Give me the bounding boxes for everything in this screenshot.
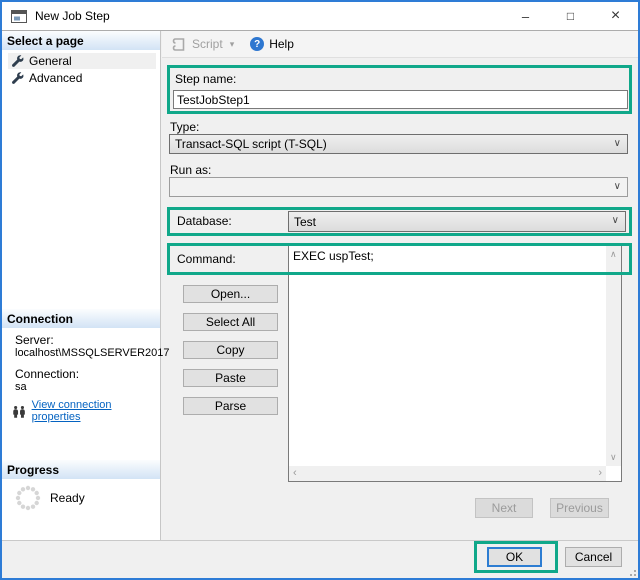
server-value: localhost\MSSQLSERVER2017	[15, 347, 170, 359]
script-icon	[171, 37, 187, 52]
sidebar-item-label: General	[29, 54, 72, 68]
scroll-left-icon[interactable]: ‹	[293, 469, 297, 478]
window-title: New Job Step	[35, 9, 110, 23]
title-bar: New Job Step – □ ×	[2, 2, 638, 30]
close-button[interactable]: ×	[593, 2, 638, 30]
connection-header: Connection	[2, 309, 160, 328]
sidebar: Select a page General Advanced Connectio…	[2, 31, 161, 540]
database-label: Database:	[177, 214, 232, 228]
run-as-label: Run as:	[170, 163, 211, 177]
scroll-down-icon[interactable]: ∨	[610, 453, 617, 462]
horizontal-scrollbar[interactable]: ‹ ›	[289, 466, 606, 481]
select-a-page-header: Select a page	[2, 31, 160, 50]
dialog-window-icon	[11, 10, 27, 23]
connection-properties-icon	[12, 405, 27, 418]
type-dropdown[interactable]: Transact-SQL script (T-SQL) ∨	[169, 134, 628, 154]
select-all-button[interactable]: Select All	[183, 313, 278, 331]
help-icon: ?	[250, 37, 264, 51]
script-dropdown-icon[interactable]: ▾	[230, 39, 235, 50]
connection-value: sa	[15, 381, 27, 393]
type-dropdown-value: Transact-SQL script (T-SQL)	[175, 137, 327, 151]
database-dropdown-value: Test	[294, 215, 316, 229]
next-button[interactable]: Next	[475, 498, 533, 518]
run-as-dropdown[interactable]: ∨	[169, 177, 628, 197]
cancel-button[interactable]: Cancel	[565, 547, 622, 567]
footer	[2, 541, 638, 578]
resize-grip[interactable]	[628, 568, 636, 576]
dialog-toolbar: Script ▾ ? Help	[162, 31, 638, 58]
wrench-icon	[12, 55, 24, 67]
progress-status: Ready	[50, 491, 85, 505]
parse-button[interactable]: Parse	[183, 397, 278, 415]
maximize-button[interactable]: □	[548, 2, 593, 30]
sidebar-item-advanced[interactable]: Advanced	[8, 70, 156, 86]
type-label: Type:	[170, 120, 199, 134]
wrench-icon	[12, 72, 24, 84]
progress-header: Progress	[2, 460, 160, 479]
paste-button[interactable]: Paste	[183, 369, 278, 387]
connection-label: Connection:	[15, 367, 79, 381]
step-name-label: Step name:	[175, 72, 236, 86]
chevron-down-icon: ∨	[614, 181, 621, 192]
command-text: EXEC uspTest;	[293, 249, 603, 263]
open-button[interactable]: Open...	[183, 285, 278, 303]
scroll-right-icon[interactable]: ›	[598, 469, 602, 478]
sidebar-item-general[interactable]: General	[8, 53, 156, 69]
view-connection-properties-link[interactable]: View connection properties	[32, 399, 160, 423]
database-dropdown[interactable]: Test ∨	[288, 211, 626, 232]
chevron-down-icon: ∨	[614, 138, 621, 149]
scroll-up-icon[interactable]: ∧	[610, 250, 617, 259]
copy-button[interactable]: Copy	[183, 341, 278, 359]
help-button[interactable]: Help	[269, 37, 294, 51]
chevron-down-icon: ∨	[612, 215, 619, 226]
sidebar-item-label: Advanced	[29, 71, 82, 85]
new-job-step-dialog: New Job Step – □ × Select a page General…	[0, 0, 640, 580]
progress-spinner-icon	[14, 484, 42, 512]
step-name-input[interactable]	[173, 90, 628, 109]
server-label: Server:	[15, 333, 54, 347]
command-label: Command:	[177, 252, 236, 266]
previous-button[interactable]: Previous	[550, 498, 609, 518]
script-button[interactable]: Script	[192, 37, 223, 51]
minimize-button[interactable]: –	[503, 2, 548, 30]
ok-button[interactable]: OK	[487, 547, 542, 567]
command-textarea[interactable]: EXEC uspTest; ∧ ∨ ‹ ›	[288, 245, 622, 482]
vertical-scrollbar[interactable]: ∧ ∨	[606, 246, 621, 466]
